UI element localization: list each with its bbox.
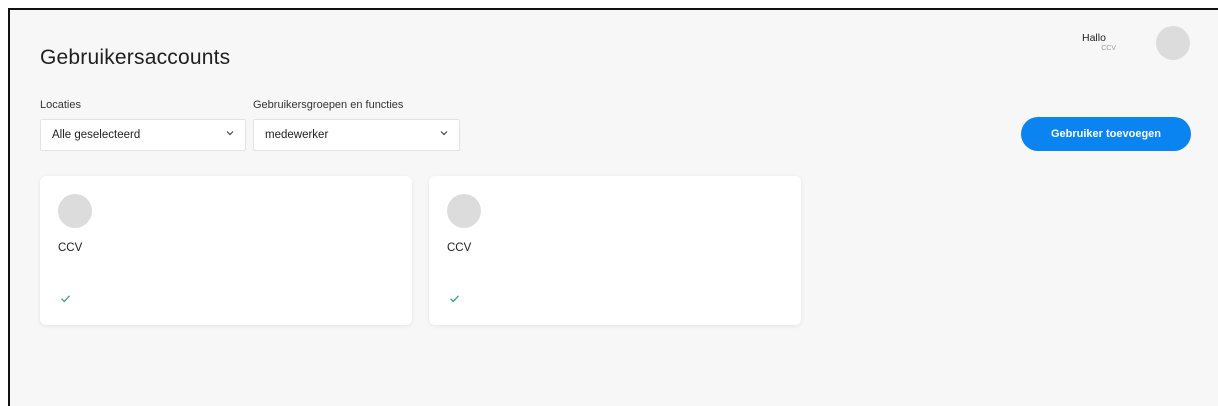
add-user-button[interactable]: Gebruiker toevoegen xyxy=(1021,117,1191,151)
chevron-down-icon xyxy=(226,131,234,136)
user-name: CCV xyxy=(447,242,472,254)
locations-select[interactable]: Alle geselecteerd xyxy=(40,119,246,151)
user-greeting: Hallo CCV xyxy=(1082,32,1116,52)
user-card[interactable]: CCV xyxy=(40,176,412,325)
page-title: Gebruikersaccounts xyxy=(40,46,231,69)
app-frame: Gebruikersaccounts Hallo CCV Locaties Al… xyxy=(8,8,1218,406)
groups-select-value: medewerker xyxy=(265,129,329,141)
locations-label: Locaties xyxy=(40,99,81,111)
greeting-username: CCV xyxy=(1101,45,1116,52)
groups-select[interactable]: medewerker xyxy=(253,119,460,151)
groups-label: Gebruikersgroepen en functies xyxy=(253,99,404,111)
greeting-text: Hallo xyxy=(1082,32,1106,44)
user-avatar[interactable] xyxy=(1156,26,1190,60)
user-avatar-icon xyxy=(58,194,92,228)
user-card[interactable]: CCV xyxy=(429,176,801,325)
check-icon xyxy=(450,295,459,303)
locations-select-value: Alle geselecteerd xyxy=(52,129,141,141)
check-icon xyxy=(61,295,70,303)
user-name: CCV xyxy=(58,242,83,254)
user-avatar-icon xyxy=(447,194,481,228)
chevron-down-icon xyxy=(440,131,448,136)
